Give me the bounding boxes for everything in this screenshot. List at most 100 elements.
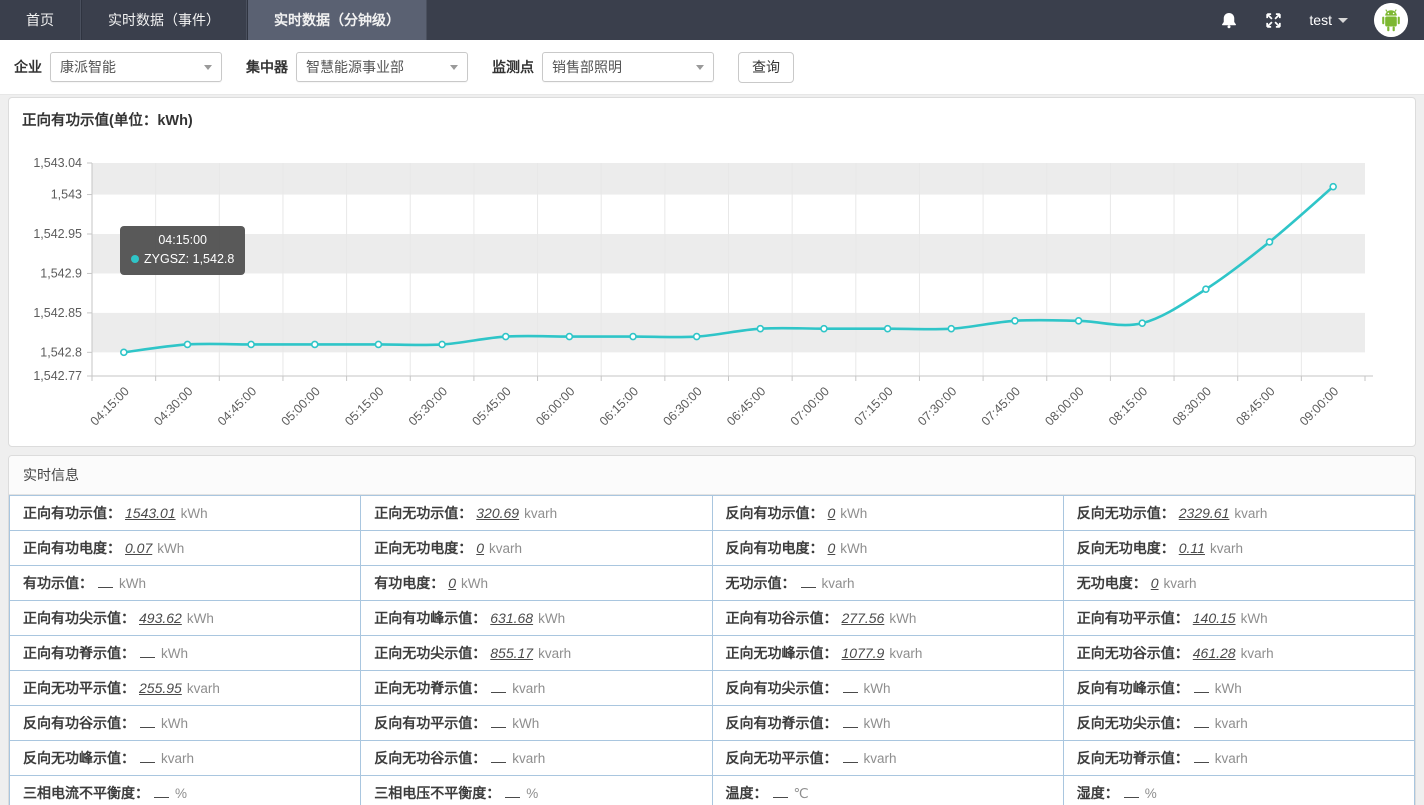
metric-value-link[interactable]: 0 <box>1151 575 1159 591</box>
metric-value-link[interactable]: 0 <box>476 540 484 556</box>
metric-unit: kWh <box>461 576 488 591</box>
dropdown-caret-icon <box>696 65 704 70</box>
concentrator-select[interactable]: 智慧能源事业部 <box>296 52 468 82</box>
metric-cell: 三相电压不平衡度：% <box>361 776 712 805</box>
empty-value-placeholder <box>98 578 113 589</box>
metric-value-link[interactable]: 461.28 <box>1193 645 1236 661</box>
metric-value-link[interactable]: 277.56 <box>842 610 885 626</box>
metric-value-link[interactable]: 0 <box>448 575 456 591</box>
metric-unit: kWh <box>512 716 539 731</box>
metric-label: 反向无功尖示值： <box>1077 715 1189 731</box>
empty-value-placeholder <box>801 578 816 589</box>
metric-value-link[interactable]: 0.07 <box>125 540 152 556</box>
metric-value-link[interactable]: 855.17 <box>490 645 533 661</box>
metric-cell: 正向有功谷示值：277.56kWh <box>712 601 1063 636</box>
table-row: 正向有功示值：1543.01kWh正向无功示值：320.69kvarh反向有功示… <box>10 496 1415 531</box>
metric-label: 正向无功尖示值： <box>374 645 486 661</box>
metric-label: 正向无功示值： <box>374 505 472 521</box>
concentrator-selected-value: 智慧能源事业部 <box>306 57 404 77</box>
metric-cell: 正向无功电度：0kvarh <box>361 531 712 566</box>
metric-value-link[interactable]: 493.62 <box>139 610 182 626</box>
empty-value-placeholder <box>843 718 858 729</box>
metric-cell: 正向无功谷示值：461.28kvarh <box>1063 636 1414 671</box>
navbar-actions: test <box>1220 0 1424 40</box>
metric-value-link[interactable]: 320.69 <box>476 505 519 521</box>
metric-cell: 反向有功电度：0kWh <box>712 531 1063 566</box>
metric-value-link[interactable]: 2329.61 <box>1179 505 1230 521</box>
metric-label: 正向无功平示值： <box>23 680 135 696</box>
nav-tabs: 首页实时数据（事件）实时数据（分钟级） <box>0 0 427 40</box>
metric-cell: 正向无功峰示值：1077.9kvarh <box>712 636 1063 671</box>
query-button[interactable]: 查询 <box>738 52 794 83</box>
chart-panel: 正向有功示值(单位：kWh) 1,542.771,542.81,542.851,… <box>8 97 1416 447</box>
metric-cell: 反向无功峰示值：kvarh <box>10 741 361 776</box>
svg-text:07:00:00: 07:00:00 <box>788 384 832 428</box>
empty-value-placeholder <box>140 753 155 764</box>
metric-label: 反向有功平示值： <box>374 715 486 731</box>
metric-cell: 反向有功峰示值：kWh <box>1063 671 1414 706</box>
chart-title: 正向有功示值(单位：kWh) <box>9 98 1415 130</box>
dropdown-caret-icon <box>204 65 212 70</box>
empty-value-placeholder <box>140 648 155 659</box>
metric-unit: kWh <box>181 506 208 521</box>
metric-value-link[interactable]: 0 <box>828 540 836 556</box>
info-panel-title: 实时信息 <box>9 456 1415 495</box>
metric-label: 正向有功谷示值： <box>726 610 838 626</box>
svg-text:08:30:00: 08:30:00 <box>1170 384 1214 428</box>
metric-unit: kvarh <box>538 646 571 661</box>
metric-label: 反向有功尖示值： <box>726 680 838 696</box>
empty-value-placeholder <box>140 718 155 729</box>
user-avatar-android-icon[interactable] <box>1374 3 1408 37</box>
line-chart: 1,542.771,542.81,542.851,542.91,542.951,… <box>9 134 1415 434</box>
svg-text:1,543.04: 1,543.04 <box>33 156 82 170</box>
metric-unit: kWh <box>187 611 214 626</box>
metric-label: 湿度： <box>1077 785 1119 801</box>
table-row: 反向有功谷示值：kWh反向有功平示值：kWh反向有功脊示值：kWh反向无功尖示值… <box>10 706 1415 741</box>
notification-bell-icon[interactable] <box>1220 11 1238 30</box>
metric-cell: 正向无功示值：320.69kvarh <box>361 496 712 531</box>
metric-label: 正向无功峰示值： <box>726 645 838 661</box>
metric-value-link[interactable]: 255.95 <box>139 680 182 696</box>
metric-value-link[interactable]: 1543.01 <box>125 505 176 521</box>
metric-cell: 反向有功尖示值： kWh <box>712 671 1063 706</box>
metric-unit: kvarh <box>864 751 897 766</box>
metric-cell: 反向有功脊示值：kWh <box>712 706 1063 741</box>
tab-realtime-event[interactable]: 实时数据（事件） <box>81 0 247 40</box>
info-table: 正向有功示值：1543.01kWh正向无功示值：320.69kvarh反向有功示… <box>9 495 1415 805</box>
tab-home[interactable]: 首页 <box>0 0 81 40</box>
svg-text:06:15:00: 06:15:00 <box>597 384 641 428</box>
metric-label: 反向无功脊示值： <box>1077 750 1189 766</box>
metric-label: 反向有功谷示值： <box>23 715 135 731</box>
realtime-info-panel: 实时信息 正向有功示值：1543.01kWh正向无功示值：320.69kvarh… <box>8 455 1416 805</box>
metric-unit: % <box>1145 786 1157 801</box>
table-row: 正向有功电度：0.07kWh正向无功电度：0kvarh反向有功电度：0kWh反向… <box>10 531 1415 566</box>
tab-realtime-minute[interactable]: 实时数据（分钟级） <box>247 0 427 40</box>
metric-value-link[interactable]: 1077.9 <box>842 645 885 661</box>
metric-cell: 正向无功尖示值：855.17 kvarh <box>361 636 712 671</box>
metric-unit: % <box>526 786 538 801</box>
enterprise-select[interactable]: 康派智能 <box>50 52 222 82</box>
metric-unit: kvarh <box>1164 576 1197 591</box>
metric-cell: 有功示值：kWh <box>10 566 361 601</box>
dropdown-caret-icon <box>450 65 458 70</box>
fullscreen-icon[interactable] <box>1264 11 1283 30</box>
empty-value-placeholder <box>491 718 506 729</box>
metric-value-link[interactable]: 631.68 <box>490 610 533 626</box>
metric-unit: kWh <box>840 541 867 556</box>
svg-text:05:30:00: 05:30:00 <box>406 384 450 428</box>
svg-text:05:45:00: 05:45:00 <box>470 384 514 428</box>
metric-label: 正向无功脊示值： <box>374 680 486 696</box>
metric-unit: kvarh <box>1234 506 1267 521</box>
user-menu[interactable]: test <box>1309 12 1348 28</box>
empty-value-placeholder <box>491 683 506 694</box>
monitor-point-select[interactable]: 销售部照明 <box>542 52 714 82</box>
metric-value-link[interactable]: 140.15 <box>1193 610 1236 626</box>
metric-unit: kWh <box>864 716 891 731</box>
metric-label: 反向无功示值： <box>1077 505 1175 521</box>
table-row: 正向无功平示值：255.95kvarh正向无功脊示值：kvarh反向有功尖示值：… <box>10 671 1415 706</box>
filter-bar: 企业康派智能集中器智慧能源事业部监测点销售部照明 查询 <box>0 40 1424 95</box>
metric-value-link[interactable]: 0.11 <box>1179 540 1205 556</box>
empty-value-placeholder <box>505 788 520 799</box>
metric-value-link[interactable]: 0 <box>828 505 836 521</box>
metric-unit: kWh <box>864 681 891 696</box>
